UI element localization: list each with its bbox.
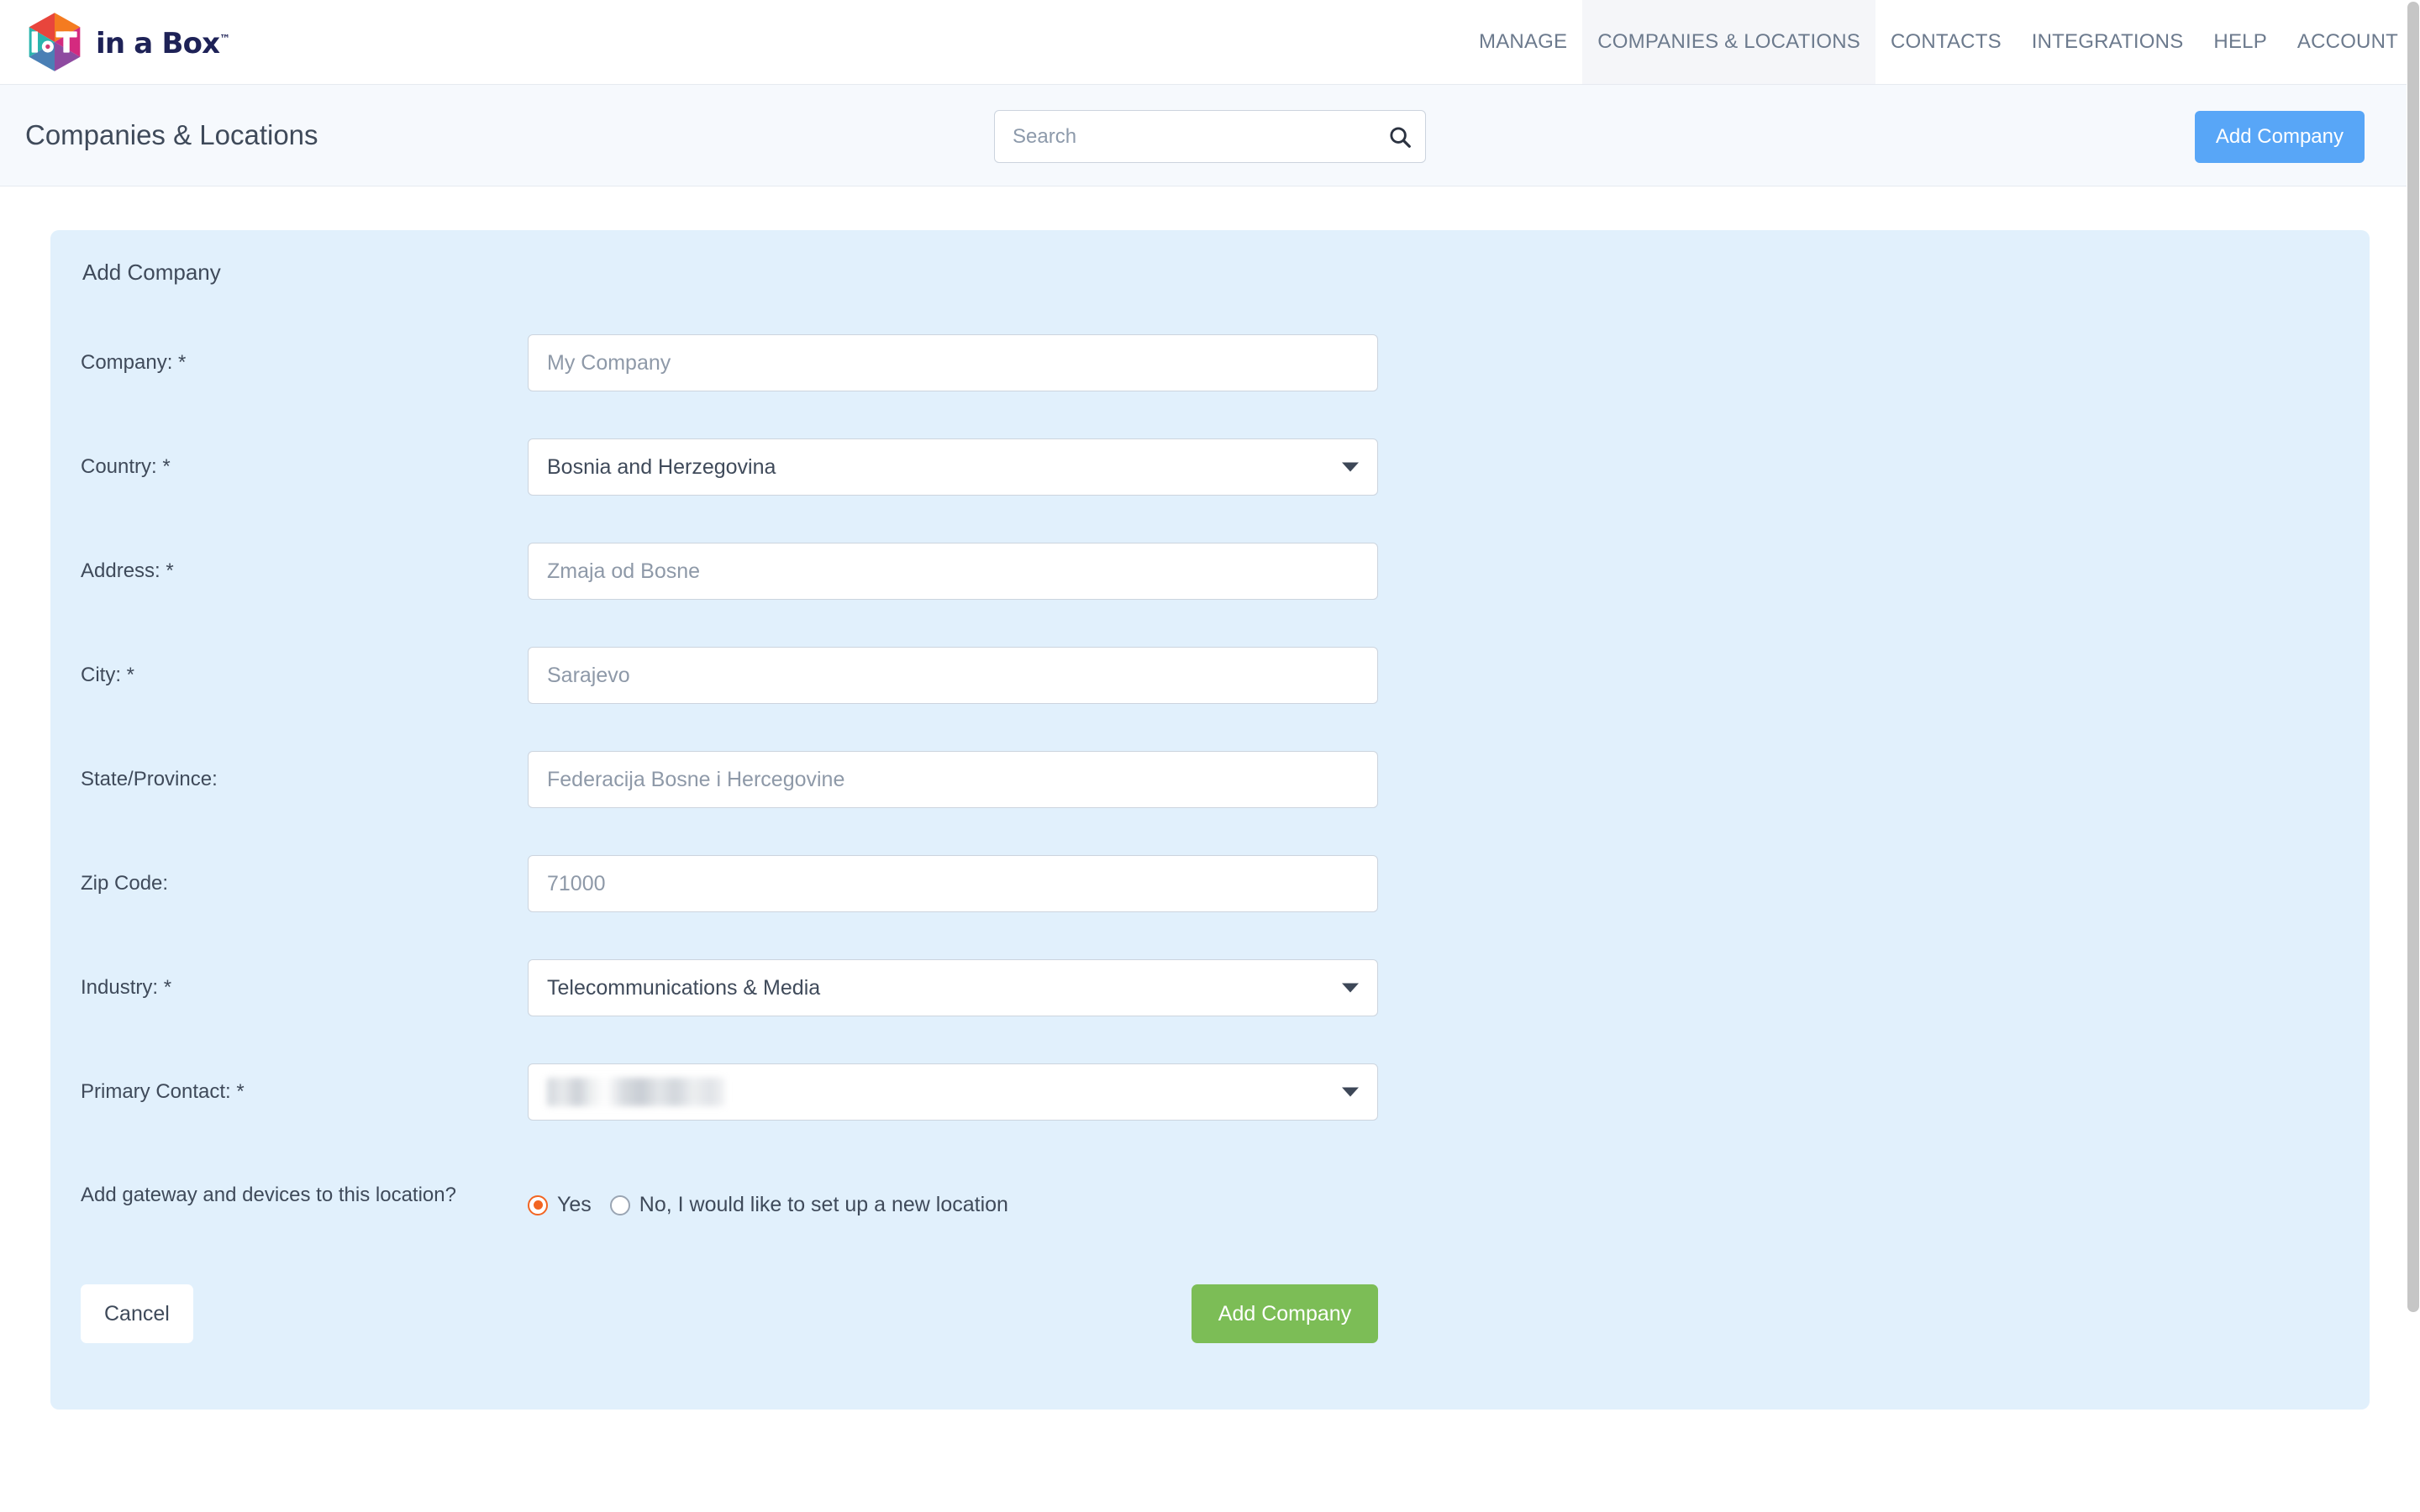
nav-item-account[interactable]: ACCOUNT: [2282, 0, 2413, 84]
page-scrollbar[interactable]: [2407, 0, 2420, 1512]
field-primary-contact: [528, 1063, 1378, 1121]
top-navigation-bar: in a Box™ MANAGE COMPANIES & LOCATIONS C…: [0, 0, 2420, 85]
radio-yes-label: Yes: [557, 1193, 592, 1217]
form-actions: Cancel Add Company: [50, 1284, 2370, 1360]
field-industry: Telecommunications & Media: [528, 959, 1378, 1016]
page-header-bar: Companies & Locations Add Company: [0, 85, 2420, 186]
form-row-industry: Industry: * Telecommunications & Media: [50, 936, 2370, 1040]
form-row-add-gateway: Add gateway and devices to this location…: [50, 1144, 2370, 1270]
country-select-value: Bosnia and Herzegovina: [547, 455, 776, 480]
state-province-input[interactable]: [528, 751, 1378, 808]
brand-logo[interactable]: in a Box™: [0, 0, 229, 84]
page-title: Companies & Locations: [25, 119, 318, 151]
label-country: Country: *: [81, 453, 484, 481]
form-row-primary-contact: Primary Contact: *: [50, 1040, 2370, 1144]
label-zip-code: Zip Code:: [81, 869, 484, 898]
nav-item-help[interactable]: HELP: [2198, 0, 2282, 84]
form-row-city: City: *: [50, 623, 2370, 727]
label-primary-contact: Primary Contact: *: [81, 1078, 484, 1106]
form-row-country: Country: * Bosnia and Herzegovina: [50, 415, 2370, 519]
add-company-header-button[interactable]: Add Company: [2195, 111, 2365, 163]
country-select[interactable]: Bosnia and Herzegovina: [528, 438, 1378, 496]
search-icon: [1387, 124, 1413, 150]
cancel-button[interactable]: Cancel: [81, 1284, 193, 1343]
radio-new-location-label: No, I would like to set up a new locatio…: [639, 1193, 1008, 1217]
industry-select[interactable]: Telecommunications & Media: [528, 959, 1378, 1016]
trademark-symbol: ™: [219, 34, 229, 46]
chevron-down-icon: [1342, 1088, 1359, 1097]
field-city: [528, 647, 1378, 704]
field-zip-code: [528, 855, 1378, 912]
primary-contact-select[interactable]: [528, 1063, 1378, 1121]
iot-hexagon-logo-icon: [24, 11, 86, 73]
field-country: Bosnia and Herzegovina: [528, 438, 1378, 496]
nav-item-manage[interactable]: MANAGE: [1464, 0, 1582, 84]
nav-item-companies-and-locations[interactable]: COMPANIES & LOCATIONS: [1582, 0, 1876, 84]
main-nav: MANAGE COMPANIES & LOCATIONS CONTACTS IN…: [1464, 0, 2420, 84]
nav-item-integrations[interactable]: INTEGRATIONS: [2017, 0, 2199, 84]
brand-wordmark: in a Box™: [96, 27, 229, 60]
add-company-form: Company: * Country: * Bosnia and Herzego…: [50, 311, 2370, 1270]
form-row-company: Company: *: [50, 311, 2370, 415]
nav-item-contacts[interactable]: CONTACTS: [1876, 0, 2017, 84]
address-input[interactable]: [528, 543, 1378, 600]
search-input[interactable]: [994, 110, 1426, 163]
form-row-zip-code: Zip Code:: [50, 832, 2370, 936]
label-address: Address: *: [81, 557, 484, 585]
add-gateway-radio-group: Yes No, I would like to set up a new loc…: [528, 1193, 1008, 1217]
add-company-panel: Add Company Company: * Country: * Bosnia…: [50, 230, 2370, 1410]
form-row-address: Address: *: [50, 519, 2370, 623]
zip-code-input[interactable]: [528, 855, 1378, 912]
panel-title: Add Company: [82, 260, 221, 286]
field-company: [528, 334, 1378, 391]
industry-select-value: Telecommunications & Media: [547, 976, 820, 1000]
search-button[interactable]: [1386, 123, 1414, 151]
main-content: Add Company Company: * Country: * Bosnia…: [0, 186, 2420, 1512]
label-add-gateway-question: Add gateway and devices to this location…: [81, 1181, 467, 1210]
radio-option-new-location[interactable]: No, I would like to set up a new locatio…: [610, 1193, 1008, 1217]
label-state-province: State/Province:: [81, 765, 484, 794]
chevron-down-icon: [1342, 984, 1359, 993]
radio-yes-indicator[interactable]: [528, 1195, 548, 1215]
redacted-value: [547, 1078, 725, 1106]
search-box: [994, 110, 1426, 163]
city-input[interactable]: [528, 647, 1378, 704]
radio-option-yes[interactable]: Yes: [528, 1193, 592, 1217]
field-state-province: [528, 751, 1378, 808]
label-company: Company: *: [81, 349, 484, 377]
scrollbar-thumb[interactable]: [2407, 2, 2419, 1312]
chevron-down-icon: [1342, 463, 1359, 472]
label-industry: Industry: *: [81, 974, 484, 1002]
field-address: [528, 543, 1378, 600]
radio-new-location-indicator[interactable]: [610, 1195, 630, 1215]
company-input[interactable]: [528, 334, 1378, 391]
form-row-state-province: State/Province:: [50, 727, 2370, 832]
add-company-submit-button[interactable]: Add Company: [1192, 1284, 1378, 1343]
label-city: City: *: [81, 661, 484, 690]
